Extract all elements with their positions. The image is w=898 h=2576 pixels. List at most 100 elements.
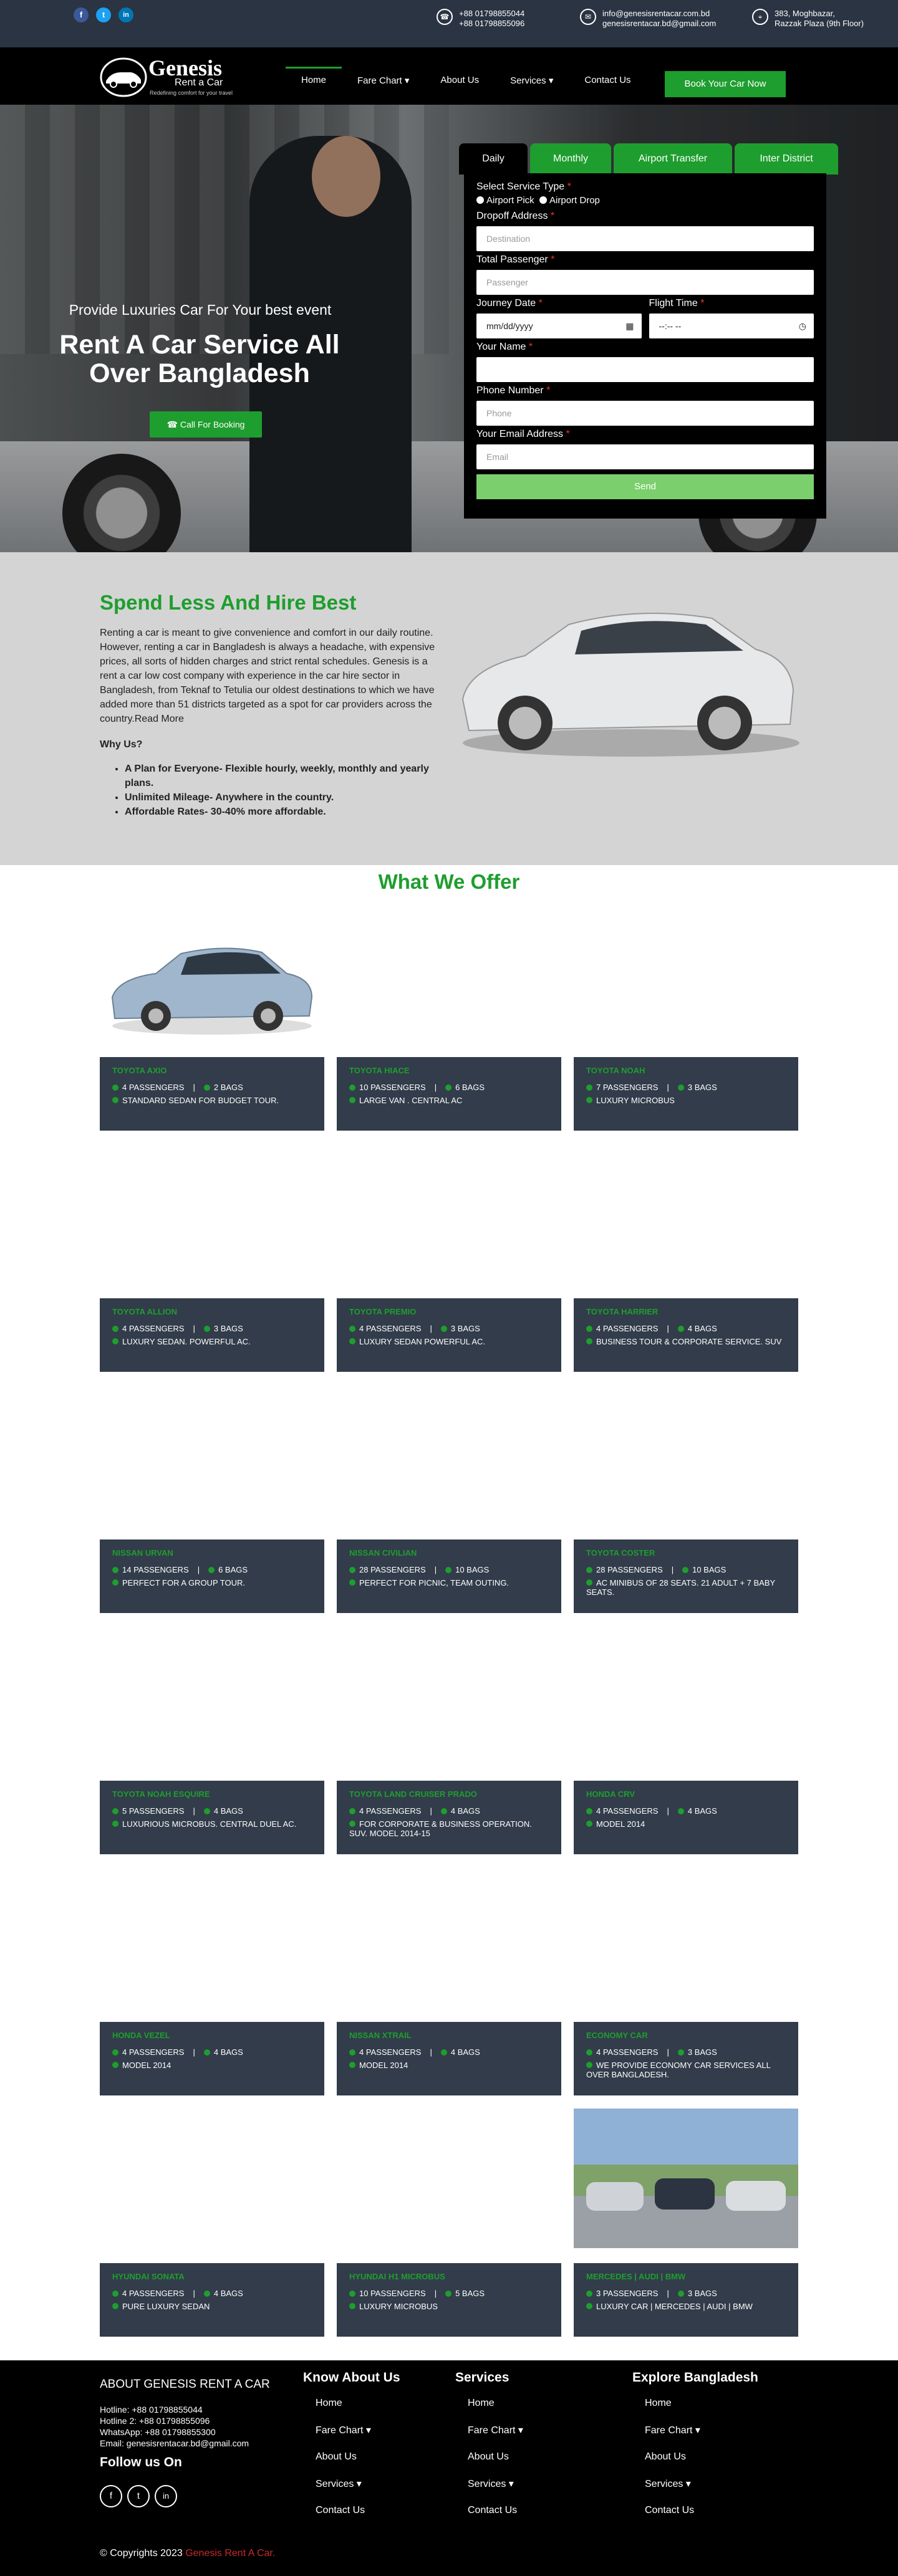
twitter-icon[interactable]: t <box>127 2485 150 2507</box>
genesis-logo[interactable]: Genesis Rent a Car Redefining comfort fo… <box>99 54 248 98</box>
clock-icon[interactable]: ◷ <box>799 314 806 338</box>
footer-link-home[interactable]: Home <box>468 2398 523 2409</box>
whatsapp[interactable]: WhatsApp: +88 01798855300 <box>100 2426 270 2438</box>
footer-link-fare[interactable]: Fare Chart ▾ <box>645 2424 758 2436</box>
email-2[interactable]: genesisrentacar.bd@gmail.com <box>602 19 716 29</box>
copyright-brand-link[interactable]: Genesis Rent A Car. <box>185 2548 275 2559</box>
journey-date-input[interactable]: mm/dd/yyyy ▦ <box>476 314 642 338</box>
phone-1[interactable]: +88 01798855044 <box>459 9 524 19</box>
flight-time-input[interactable]: --:-- -- ◷ <box>649 314 814 338</box>
footer-link-fare[interactable]: Fare Chart ▾ <box>468 2424 523 2436</box>
linkedin-icon[interactable]: in <box>155 2485 177 2507</box>
car-desc-row: LUXURY MICROBUS <box>586 1096 786 1105</box>
phone-input[interactable]: Phone <box>476 401 814 426</box>
car-card[interactable]: TOYOTA LAND CRUISER PRADO 4 PASSENGERS | 4 … <box>337 1781 561 1854</box>
car-bags: 4 BAGS <box>213 2289 243 2298</box>
footer-link-about[interactable]: About Us <box>468 2451 523 2463</box>
car-card[interactable]: TOYOTA HIACE 10 PASSENGERS | 6 BAGS LARGE VA… <box>337 1057 561 1131</box>
tab-airport-transfer[interactable]: Airport Transfer <box>614 143 732 175</box>
footer-link-contact[interactable]: Contact Us <box>645 2505 758 2516</box>
footer-link-about[interactable]: About Us <box>645 2451 758 2463</box>
book-now-button[interactable]: Book Your Car Now <box>665 71 786 97</box>
calendar-icon[interactable]: ▦ <box>625 314 634 338</box>
linkedin-icon[interactable]: in <box>118 7 133 22</box>
footer-link-home[interactable]: Home <box>316 2398 400 2409</box>
twitter-icon[interactable]: t <box>96 7 111 22</box>
footer-col-know: Know About Us Home Fare Chart ▾ About Us… <box>303 2370 400 2531</box>
user-icon <box>112 1808 118 1814</box>
airport-pick-radio[interactable]: Airport Pick <box>476 195 534 206</box>
car-specs: 3 PASSENGERS | 3 BAGS <box>586 2289 786 2298</box>
bag-icon <box>677 1808 684 1814</box>
car-name: MERCEDES | AUDI | BMW <box>586 2272 686 2281</box>
car-desc-row: STANDARD SEDAN FOR BUDGET TOUR. <box>112 1096 312 1105</box>
phone-icon: ☎ <box>437 9 453 25</box>
hotline-2[interactable]: Hotline 2: +88 01798855096 <box>100 2415 270 2426</box>
car-bags: 3 BAGS <box>213 1324 243 1333</box>
tab-inter-district[interactable]: Inter District <box>735 143 838 175</box>
footer-col-services: Services Home Fare Chart ▾ About Us Serv… <box>455 2370 523 2531</box>
footer-link-contact[interactable]: Contact Us <box>468 2505 523 2516</box>
footer-link-about[interactable]: About Us <box>316 2451 400 2463</box>
car-bags: 2 BAGS <box>213 1083 243 1092</box>
facebook-icon[interactable]: f <box>74 7 89 22</box>
footer-link-services[interactable]: Services ▾ <box>316 2478 400 2490</box>
email-input[interactable]: Email <box>476 444 814 469</box>
car-card[interactable]: TOYOTA NOAH ESQUIRE 5 PASSENGERS | 4 BAGS LU… <box>100 1781 324 1854</box>
footer-link-services[interactable]: Services ▾ <box>468 2478 523 2490</box>
tab-daily[interactable]: Daily <box>459 143 528 175</box>
car-card[interactable]: NISSAN URVAN 14 PASSENGERS | 6 BAGS PERFECT … <box>100 1539 324 1613</box>
flight-time-label: Flight Time * <box>649 298 705 309</box>
airport-drop-radio[interactable]: Airport Drop <box>539 195 600 206</box>
bag-icon <box>445 1085 452 1091</box>
car-card[interactable]: NISSAN CIVILIAN 28 PASSENGERS | 10 BAGS PERF… <box>337 1539 561 1613</box>
phone-2[interactable]: +88 01798855096 <box>459 19 524 29</box>
bag-icon <box>677 1085 684 1091</box>
hotline-1[interactable]: Hotline: +88 01798855044 <box>100 2404 270 2415</box>
nav-contact[interactable]: Contact Us <box>569 75 646 86</box>
car-card[interactable]: TOYOTA ALLION 4 PASSENGERS | 3 BAGS LUXURY S… <box>100 1298 324 1372</box>
check-icon <box>349 1097 355 1103</box>
car-card[interactable]: MERCEDES | AUDI | BMW 3 PASSENGERS | 3 BAGS… <box>574 2263 798 2337</box>
car-desc-row: LUXURY SEDAN. POWERFUL AC. <box>112 1337 312 1346</box>
car-description: PERFECT FOR A GROUP TOUR. <box>122 1578 245 1587</box>
footer-link-contact[interactable]: Contact Us <box>316 2505 400 2516</box>
footer-link-fare[interactable]: Fare Chart ▾ <box>316 2424 400 2436</box>
tab-monthly[interactable]: Monthly <box>530 143 611 175</box>
why-us-item: A Plan for Everyone- Flexible hourly, we… <box>125 762 449 790</box>
bag-icon <box>440 1326 447 1332</box>
footer-link-home[interactable]: Home <box>645 2398 758 2409</box>
car-card[interactable]: HYUNDAI H1 MICROBUS 10 PASSENGERS | 5 BAGS L… <box>337 2263 561 2337</box>
nav-about[interactable]: About Us <box>425 75 495 86</box>
phone-icon: ☎ <box>167 419 178 429</box>
car-card[interactable]: NISSAN XTRAIL 4 PASSENGERS | 4 BAGS MODEL 20… <box>337 2022 561 2095</box>
divider: | <box>667 1324 669 1333</box>
name-input[interactable] <box>476 357 814 382</box>
footer-col-title: Know About Us <box>303 2370 400 2385</box>
nav-fare-chart[interactable]: Fare Chart ▾ <box>342 75 425 86</box>
footer-email[interactable]: Email: genesisrentacar.bd@gmail.com <box>100 2438 270 2449</box>
car-card[interactable]: HONDA VEZEL 4 PASSENGERS | 4 BAGS MODEL 2014 <box>100 2022 324 2095</box>
passenger-input[interactable]: Passenger <box>476 270 814 295</box>
why-us-item: Affordable Rates- 30-40% more affordable… <box>125 805 449 819</box>
car-card[interactable]: ECONOMY CAR 4 PASSENGERS | 3 BAGS WE PROVIDE… <box>574 2022 798 2095</box>
car-card[interactable]: HYUNDAI SONATA 4 PASSENGERS | 4 BAGS PURE LU… <box>100 2263 324 2337</box>
divider: | <box>434 2289 437 2298</box>
car-specs: 4 PASSENGERS | 4 BAGS <box>586 1324 786 1333</box>
car-card[interactable]: HONDA CRV 4 PASSENGERS | 4 BAGS MODEL 2014 <box>574 1781 798 1854</box>
call-for-booking-button[interactable]: ☎ Call For Booking <box>150 411 262 438</box>
send-button[interactable]: Send <box>476 474 814 499</box>
nav-services[interactable]: Services ▾ <box>495 75 569 86</box>
dropoff-input[interactable]: Destination <box>476 226 814 251</box>
email-1[interactable]: info@genesisrentacar.com.bd <box>602 9 716 19</box>
car-name: HONDA CRV <box>586 1789 635 1799</box>
car-card[interactable]: TOYOTA NOAH 7 PASSENGERS | 3 BAGS LUXURY MIC… <box>574 1057 798 1131</box>
car-card[interactable]: TOYOTA COSTER 28 PASSENGERS | 10 BAGS AC MIN… <box>574 1539 798 1613</box>
facebook-icon[interactable]: f <box>100 2485 122 2507</box>
footer-link-services[interactable]: Services ▾ <box>645 2478 758 2490</box>
car-card[interactable]: TOYOTA HARRIER 4 PASSENGERS | 4 BAGS BUSINES… <box>574 1298 798 1372</box>
nav-home[interactable]: Home <box>286 67 342 86</box>
car-card[interactable]: TOYOTA AXIO 4 PASSENGERS | 2 BAGS STANDARD S… <box>100 1057 324 1131</box>
car-card[interactable]: TOYOTA PREMIO 4 PASSENGERS | 3 BAGS LUXURY S… <box>337 1298 561 1372</box>
bag-icon <box>203 1085 210 1091</box>
